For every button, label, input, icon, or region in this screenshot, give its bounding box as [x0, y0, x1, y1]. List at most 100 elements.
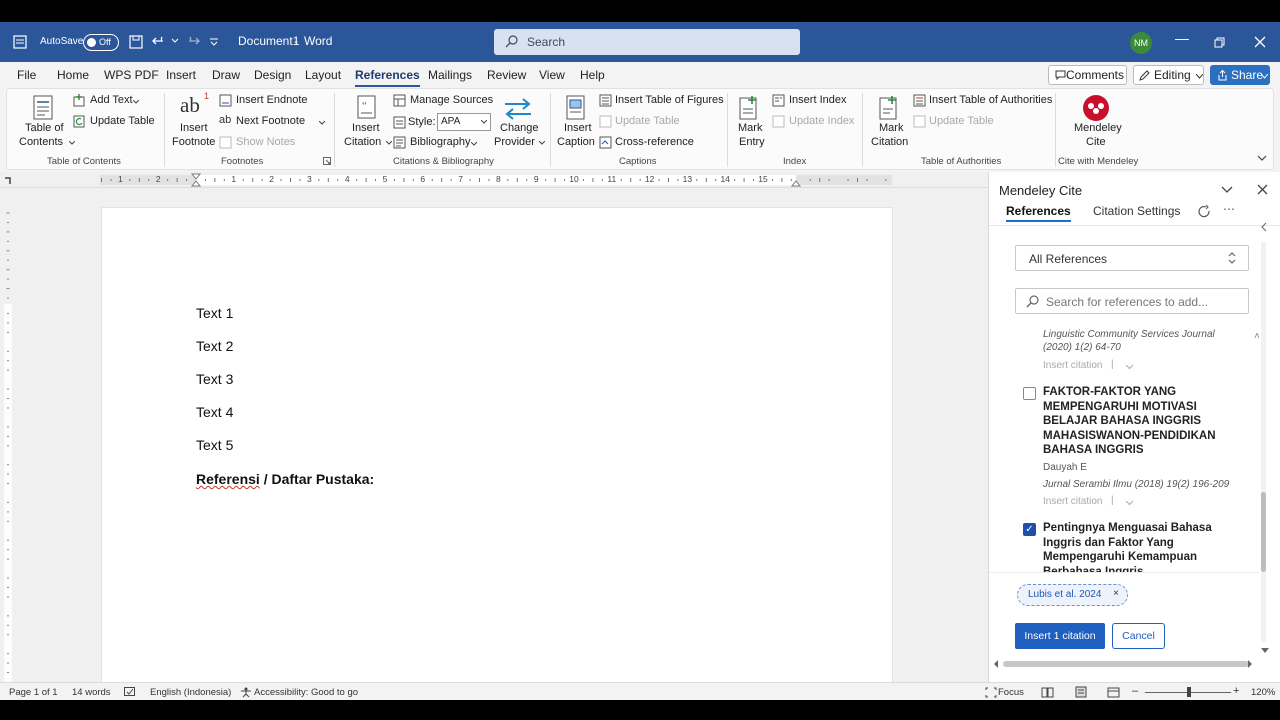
bibliography-button[interactable]: Bibliography	[393, 135, 493, 151]
redo-icon[interactable]	[184, 34, 200, 48]
page-count[interactable]: Page 1 of 1	[9, 687, 58, 698]
focus-mode-button[interactable]: Focus	[998, 687, 1024, 698]
comments-button[interactable]: Comments	[1048, 65, 1127, 85]
pane-scrollbar-thumb[interactable]	[1261, 492, 1266, 572]
scroll-up-icon[interactable]	[1254, 332, 1260, 340]
horizontal-scrollbar-thumb[interactable]	[1003, 661, 1249, 667]
tab-file[interactable]: File	[17, 68, 36, 82]
read-mode-icon[interactable]	[1041, 687, 1054, 698]
insert-citation-button[interactable]: Insert 1 citation	[1015, 623, 1105, 649]
restore-icon[interactable]	[1214, 37, 1225, 48]
scroll-down-icon[interactable]	[1261, 648, 1269, 654]
dialog-launcher-icon[interactable]	[323, 157, 331, 165]
minimize-icon[interactable]: —	[1175, 30, 1189, 46]
reference-search-input[interactable]: Search for references to add...	[1015, 288, 1249, 314]
pane-options-chevron-icon[interactable]	[1221, 186, 1233, 194]
tab-references[interactable]: References	[355, 68, 420, 87]
more-options-icon[interactable]: ⋯	[1223, 202, 1235, 216]
tab-review[interactable]: Review	[487, 68, 526, 82]
tab-design[interactable]: Design	[254, 68, 291, 82]
tab-wps-pdf[interactable]: WPS PDF	[104, 68, 159, 82]
references-filter-dropdown[interactable]: All References	[1015, 245, 1249, 271]
accessibility-status[interactable]: Accessibility: Good to go	[254, 687, 358, 698]
avatar[interactable]: NM	[1130, 32, 1152, 54]
insert-citation-link[interactable]: Insert citation	[1043, 496, 1102, 507]
tab-references-mendeley[interactable]: References	[1006, 204, 1071, 222]
zoom-in-icon[interactable]: +	[1233, 685, 1239, 697]
cross-reference-button[interactable]: Cross-reference	[599, 135, 699, 151]
insert-caption-button[interactable]: Insert Caption	[555, 93, 599, 151]
undo-icon[interactable]	[152, 34, 168, 48]
print-layout-icon[interactable]	[1075, 686, 1087, 698]
show-notes-button[interactable]: Show Notes	[219, 135, 309, 151]
insert-citation-button[interactable]: “ Insert Citation	[343, 93, 393, 151]
insert-endnote-button[interactable]: Insert Endnote	[219, 93, 319, 109]
tab-draw[interactable]: Draw	[212, 68, 240, 82]
tab-home[interactable]: Home	[57, 68, 89, 82]
autosave-toggle[interactable]: Off	[83, 34, 119, 51]
customize-toolbar-icon[interactable]	[209, 37, 219, 47]
share-button[interactable]: Share	[1210, 65, 1270, 85]
next-footnote-button[interactable]: ab Next Footnote	[219, 114, 329, 130]
save-icon[interactable]	[129, 35, 143, 49]
tab-mailings[interactable]: Mailings	[428, 68, 472, 82]
references-heading[interactable]: Referensi / Daftar Pustaka:	[196, 471, 374, 487]
insert-index-button[interactable]: Insert Index	[772, 93, 862, 109]
tab-view[interactable]: View	[539, 68, 565, 82]
add-text-button[interactable]: Add Text	[73, 93, 153, 109]
doc-line-1[interactable]: Text 1	[196, 305, 233, 321]
expand-chevron-icon[interactable]	[1125, 364, 1134, 370]
mark-citation-button[interactable]: Mark Citation	[869, 93, 913, 151]
selected-citation-chip[interactable]: Lubis et al. 2024 ×	[1017, 584, 1128, 606]
chip-remove-icon[interactable]: ×	[1113, 588, 1119, 599]
web-layout-icon[interactable]	[1107, 687, 1120, 698]
insert-table-of-authorities-button[interactable]: Insert Table of Authorities	[913, 93, 1053, 109]
zoom-slider-thumb[interactable]	[1187, 687, 1191, 697]
table-of-contents-button[interactable]: Table of Contents	[17, 93, 75, 151]
ref1-checkbox[interactable]	[1023, 387, 1036, 400]
insert-footnote-button[interactable]: ab 1 Insert Footnote	[170, 91, 218, 151]
mendeley-cite-button[interactable]: Mendeley Cite	[1059, 93, 1131, 151]
document-page[interactable]: Text 1 Text 2 Text 3 Text 4 Text 5 Refer…	[101, 207, 893, 682]
insert-citation-link[interactable]: Insert citation	[1043, 360, 1102, 371]
close-icon[interactable]	[1254, 36, 1266, 48]
update-table-button[interactable]: Update Table	[73, 114, 163, 130]
pane-collapse-icon[interactable]	[1260, 222, 1268, 232]
refresh-icon[interactable]	[1198, 205, 1211, 218]
change-provider-button[interactable]: Change Provider	[493, 93, 548, 151]
update-index-button[interactable]: Update Index	[772, 114, 862, 130]
editing-button[interactable]: Editing	[1133, 65, 1204, 85]
proofing-icon[interactable]	[124, 687, 136, 698]
pane-close-icon[interactable]	[1257, 184, 1268, 195]
zoom-out-icon[interactable]: –	[1132, 685, 1138, 697]
app-menu-icon[interactable]	[13, 35, 27, 49]
citation-style-select[interactable]: APA	[437, 113, 491, 131]
search-box[interactable]: Search	[494, 29, 800, 55]
expand-chevron-icon[interactable]	[1125, 500, 1134, 506]
scroll-right-icon[interactable]	[1247, 660, 1253, 668]
scroll-left-icon[interactable]	[993, 660, 999, 668]
doc-line-4[interactable]: Text 4	[196, 404, 233, 420]
ref2-checkbox[interactable]: ✓	[1023, 523, 1036, 536]
word-count[interactable]: 14 words	[72, 687, 111, 698]
tab-insert[interactable]: Insert	[166, 68, 196, 82]
pane-scrollbar[interactable]	[1261, 242, 1266, 642]
tab-layout[interactable]: Layout	[305, 68, 341, 82]
language-indicator[interactable]: English (Indonesia)	[150, 687, 231, 698]
manage-sources-button[interactable]: Manage Sources	[393, 93, 493, 109]
doc-line-3[interactable]: Text 3	[196, 371, 233, 387]
update-authorities-table-button[interactable]: Update Table	[913, 114, 1013, 130]
insert-table-of-figures-button[interactable]: Insert Table of Figures	[599, 93, 724, 109]
tab-citation-settings[interactable]: Citation Settings	[1093, 204, 1180, 218]
cancel-button[interactable]: Cancel	[1112, 623, 1165, 649]
undo-dropdown-icon[interactable]	[171, 38, 179, 44]
zoom-level[interactable]: 120%	[1251, 687, 1275, 698]
doc-line-5[interactable]: Text 5	[196, 437, 233, 453]
update-figures-table-button[interactable]: Update Table	[599, 114, 699, 130]
change-provider-label-2: Provider	[494, 136, 535, 148]
tab-help[interactable]: Help	[580, 68, 605, 82]
doc-line-2[interactable]: Text 2	[196, 338, 233, 354]
status-bar: Page 1 of 1 14 words English (Indonesia)…	[0, 682, 1280, 700]
collapse-ribbon-icon[interactable]	[1257, 155, 1267, 162]
mark-entry-button[interactable]: Mark Entry	[733, 93, 769, 151]
